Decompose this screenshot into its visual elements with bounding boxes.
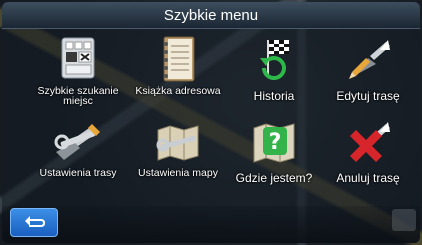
edit-route-icon: [340, 36, 396, 84]
quick-search-button[interactable]: Szybkie szukanie miejsc: [30, 34, 126, 114]
address-book-button[interactable]: Książka adresowa: [130, 34, 226, 114]
where-am-i-icon: ?: [246, 118, 302, 166]
history-flag-icon: [246, 36, 302, 84]
where-am-i-button[interactable]: ? Gdzie jestem?: [226, 116, 322, 196]
bottom-bar: [2, 206, 420, 243]
title-bar: Szybkie menu: [2, 2, 420, 29]
history-button[interactable]: Historia: [226, 34, 322, 114]
map-settings-button[interactable]: Ustawienia mapy: [130, 116, 226, 196]
cancel-route-icon: [340, 118, 396, 166]
map-view-button[interactable]: [392, 209, 416, 231]
route-settings-button[interactable]: Ustawienia trasy: [30, 116, 126, 196]
edit-route-button[interactable]: Edytuj trasę: [320, 34, 416, 114]
tile-label: Książka adresowa: [135, 85, 221, 97]
keypad-search-icon: [50, 36, 106, 84]
cancel-route-button[interactable]: Anuluj trasę: [320, 116, 416, 196]
map-settings-icon: [150, 118, 206, 166]
tile-label: Historia: [253, 89, 295, 103]
svg-text:?: ?: [269, 130, 282, 155]
page-title: Szybkie menu: [163, 6, 259, 24]
back-arrow-icon: [25, 215, 45, 227]
quick-menu-panel: Szybkie menu Szybkie szukanie miejsc Ksi…: [2, 2, 420, 243]
back-button[interactable]: [10, 208, 58, 237]
tile-label: Ustawienia mapy: [138, 167, 218, 179]
route-settings-icon: [50, 118, 106, 166]
tile-label: Edytuj trasę: [336, 89, 400, 103]
tile-label: Anuluj trasę: [336, 171, 400, 185]
tile-label: Szybkie szukanie miejsc: [37, 85, 119, 107]
address-book-icon: [150, 36, 206, 84]
tile-label: Ustawienia trasy: [39, 167, 117, 179]
tile-label: Gdzie jestem?: [235, 171, 313, 185]
